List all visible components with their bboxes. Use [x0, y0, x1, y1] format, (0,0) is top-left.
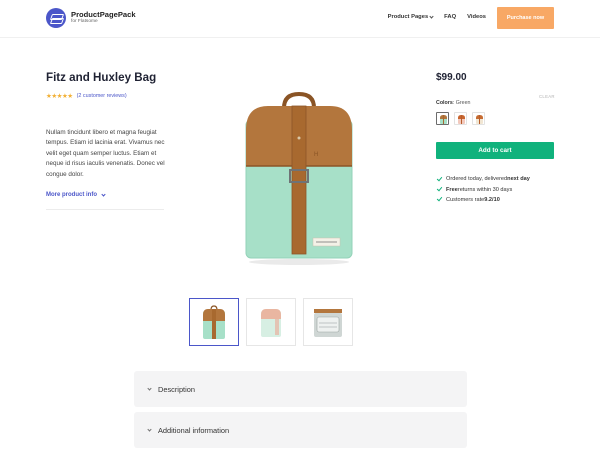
main-nav: Product Pages FAQ Videos [387, 13, 486, 20]
site-header: ProductPagePack for Flatsome Product Pag… [0, 0, 600, 38]
nav-item-faq[interactable]: FAQ [444, 14, 456, 20]
benefit-text: Ordered today, delivered [446, 176, 508, 183]
reviews-link[interactable]: (2 customer reviews) [77, 93, 127, 99]
benefit-bold: 9.2/10 [484, 196, 500, 203]
nav-item-videos[interactable]: Videos [467, 14, 486, 20]
accordion-label: Description [158, 384, 195, 394]
check-icon [436, 186, 443, 193]
product-title: Fitz and Huxley Bag [46, 71, 157, 84]
product-rating: ★★★★★ (2 customer reviews) [46, 92, 127, 100]
chevron-down-icon [147, 426, 152, 432]
benefit-text: Customers rate [446, 196, 485, 203]
chevron-down-icon [101, 191, 106, 197]
main-product-image[interactable]: H [228, 82, 370, 272]
logo-name: ProductPagePack [71, 10, 136, 20]
add-to-cart-button[interactable]: Add to cart [436, 142, 554, 159]
accordion-label: Additional information [158, 425, 230, 435]
selected-color: Green [455, 100, 471, 106]
benefit-delivery: Ordered today, delivered next day [436, 174, 530, 184]
benefit-bold: next day [507, 176, 530, 183]
nav-label: Product Pages [387, 14, 429, 20]
color-swatch-cream[interactable] [472, 112, 485, 125]
purchase-now-button[interactable]: Purchase now [497, 7, 554, 29]
logo[interactable]: ProductPagePack for Flatsome [46, 8, 136, 28]
nav-item-product-pages[interactable]: Product Pages [387, 13, 434, 20]
thumbnail-side[interactable] [246, 298, 296, 346]
more-info-label: More product info [46, 192, 97, 198]
clear-variations-link[interactable]: CLEAR [539, 94, 555, 99]
divider [46, 209, 164, 210]
benefit-text: returns within 30 days [457, 186, 513, 193]
product-short-description: Nullam tincidunt libero et magna feugiat… [46, 129, 165, 178]
color-swatch-green[interactable] [436, 112, 449, 125]
product-price: $99.00 [436, 72, 467, 83]
star-rating-icon: ★★★★★ [46, 93, 73, 100]
check-icon [436, 176, 443, 183]
benefit-rating: Customers rate 9.2/10 [436, 195, 530, 205]
benefit-returns: Free returns within 30 days [436, 184, 530, 194]
logo-icon [46, 8, 66, 28]
chevron-down-icon [429, 13, 434, 19]
color-swatch-pink[interactable] [454, 112, 467, 125]
benefit-bold: Free [446, 186, 458, 193]
check-icon [436, 196, 443, 203]
colors-label: Colors: Green [436, 100, 471, 106]
thumbnail-open[interactable] [303, 298, 353, 346]
colors-label-text: Colors [436, 100, 453, 106]
nav-label: FAQ [444, 14, 457, 20]
svg-text:H: H [314, 152, 318, 158]
chevron-down-icon [147, 385, 152, 391]
accordion-description[interactable]: Description [134, 371, 467, 407]
logo-subtitle: for Flatsome [71, 18, 98, 24]
nav-label: Videos [467, 14, 486, 20]
more-product-info-link[interactable]: More product info [46, 191, 106, 198]
benefits-list: Ordered today, delivered next day Free r… [436, 174, 530, 205]
thumbnail-front[interactable] [189, 298, 239, 346]
accordion-additional-information[interactable]: Additional information [134, 412, 467, 448]
product-thumbnails [189, 298, 360, 346]
color-swatches [436, 112, 490, 125]
